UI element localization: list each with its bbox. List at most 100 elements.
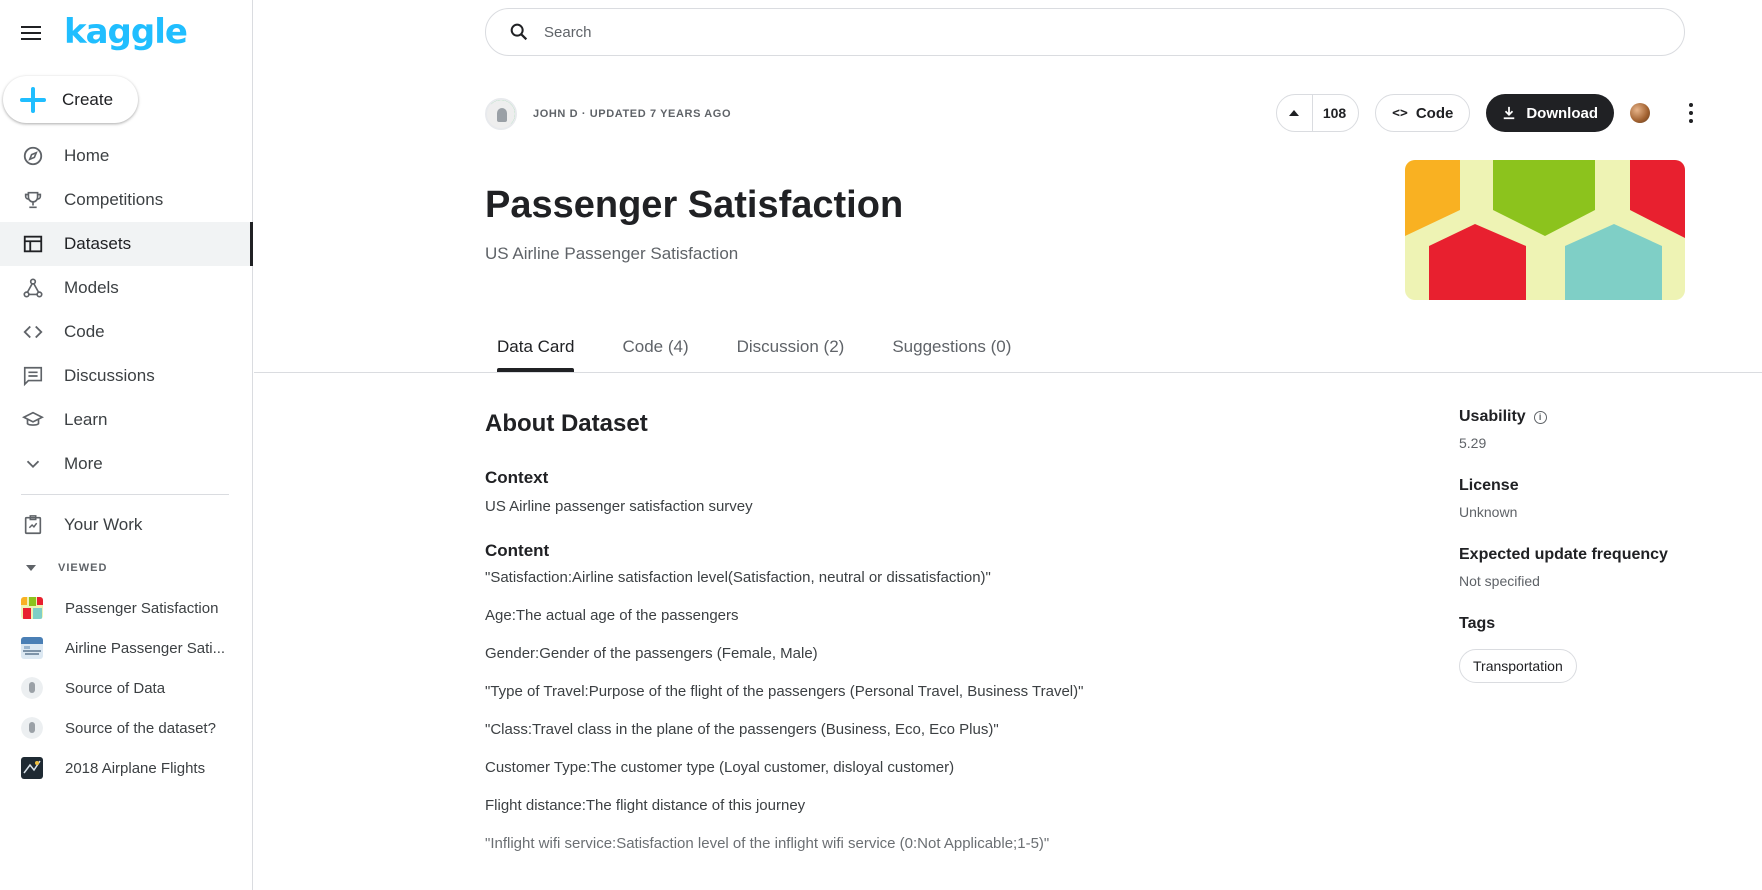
- chevron-down-icon: [21, 452, 45, 476]
- tab-data-card[interactable]: Data Card: [485, 334, 586, 372]
- about-heading: About Dataset: [485, 410, 648, 437]
- viewed-item[interactable]: Source of Data: [0, 668, 253, 708]
- frequency-value: Not specified: [1459, 573, 1540, 589]
- more-options-icon[interactable]: [1688, 103, 1694, 123]
- tab-code[interactable]: Code (4): [610, 334, 700, 372]
- download-button[interactable]: Download: [1486, 94, 1614, 132]
- trophy-icon: [21, 188, 45, 212]
- dataset-thumbnail-icon: [21, 597, 43, 619]
- create-button[interactable]: Create: [3, 76, 138, 123]
- viewed-item[interactable]: Airline Passenger Sati...: [0, 628, 253, 668]
- sidebar-item-label: More: [64, 454, 103, 473]
- vote-count: 108: [1322, 105, 1347, 121]
- sidebar-nav: Home Competitions Datasets Models Code D…: [0, 134, 253, 486]
- tag-chip[interactable]: Transportation: [1459, 649, 1577, 683]
- info-icon[interactable]: i: [1533, 410, 1547, 424]
- dataset-cover-image: [1405, 160, 1685, 300]
- viewed-header[interactable]: VIEWED: [0, 556, 253, 580]
- viewed-item[interactable]: Passenger Satisfaction: [0, 588, 253, 628]
- content-heading: Content: [485, 541, 550, 560]
- avatar-icon: [21, 717, 43, 739]
- frequency-label: Expected update frequency: [1459, 546, 1668, 563]
- viewed-title: VIEWED: [58, 562, 108, 574]
- code-icon: <>: [1392, 105, 1408, 121]
- license-block: License Unknown: [1459, 477, 1699, 520]
- license-value: Unknown: [1459, 504, 1518, 520]
- search-input[interactable]: [544, 23, 1644, 41]
- sidebar-item-label: Home: [64, 146, 110, 165]
- kaggle-logo[interactable]: kaggle: [64, 12, 188, 52]
- sidebar-item-label: Your Work: [64, 515, 143, 534]
- viewed-item-label: Source of Data: [65, 679, 166, 697]
- upvote-button[interactable]: 108: [1275, 94, 1360, 132]
- sidebar-item-label: Learn: [64, 410, 108, 429]
- sidebar-item-datasets[interactable]: Datasets: [0, 222, 253, 266]
- dataset-thumbnail-icon: [21, 637, 43, 659]
- content-line: "Inflight wifi service:Satisfaction leve…: [485, 835, 1050, 852]
- viewed-item-label: 2018 Airplane Flights: [65, 759, 206, 777]
- models-icon: [21, 276, 45, 300]
- viewed-item-label: Source of the dataset?: [65, 719, 216, 737]
- sidebar-item-code[interactable]: Code: [0, 310, 253, 354]
- sidebar-header: kaggle: [0, 12, 253, 52]
- sidebar-item-label: Code: [64, 322, 105, 341]
- dataset-meta: JOHN D · UPDATED 7 YEARS AGO: [485, 96, 731, 132]
- page-subtitle: US Airline Passenger Satisfaction: [485, 244, 739, 263]
- search-bar[interactable]: [485, 8, 1685, 56]
- viewed-item[interactable]: 2018 Airplane Flights: [0, 748, 253, 788]
- viewed-list: Passenger Satisfaction Airline Passenger…: [0, 588, 253, 788]
- menu-icon[interactable]: [18, 22, 46, 44]
- usability-value: 5.29: [1459, 435, 1487, 451]
- medal-icon[interactable]: [1630, 103, 1650, 123]
- sidebar-item-label: Competitions: [64, 190, 164, 209]
- compass-icon: [21, 144, 45, 168]
- sidebar-item-learn[interactable]: Learn: [0, 398, 253, 442]
- sidebar-item-label: Models: [64, 278, 119, 297]
- sidebar-divider: [21, 494, 229, 495]
- license-label: License: [1459, 477, 1519, 494]
- download-icon: [1504, 106, 1515, 120]
- viewed-item-label: Airline Passenger Sati...: [65, 639, 226, 657]
- usability-label: Usability: [1459, 408, 1526, 425]
- sidebar-item-more[interactable]: More: [0, 442, 253, 486]
- code-button[interactable]: <> Code: [1375, 94, 1471, 132]
- app: kaggle Create Home Competitions Datasets…: [0, 0, 1762, 890]
- content-line: Flight distance:The flight distance of t…: [485, 797, 806, 814]
- sidebar: kaggle Create Home Competitions Datasets…: [0, 0, 253, 890]
- viewed-item[interactable]: Source of the dataset?: [0, 708, 253, 748]
- viewed-item-label: Passenger Satisfaction: [65, 599, 219, 617]
- code-button-label: Code: [1415, 104, 1454, 122]
- plus-icon: [20, 86, 46, 113]
- school-icon: [21, 408, 45, 432]
- table-icon: [21, 232, 45, 256]
- author-avatar[interactable]: [485, 98, 517, 130]
- sidebar-item-competitions[interactable]: Competitions: [0, 178, 253, 222]
- sidebar-item-discussions[interactable]: Discussions: [0, 354, 253, 398]
- content-line: "Type of Travel:Purpose of the flight of…: [485, 683, 1084, 700]
- content-line: Age:The actual age of the passengers: [485, 607, 739, 624]
- sidebar-item-label: Discussions: [64, 366, 155, 385]
- sidebar-your-work: Your Work: [0, 503, 253, 547]
- context-text: US Airline passenger satisfaction survey: [485, 498, 753, 515]
- tags-label: Tags: [1459, 615, 1496, 632]
- sidebar-item-home[interactable]: Home: [0, 134, 253, 178]
- discussion-icon: [21, 364, 45, 388]
- content-line: Gender:Gender of the passengers (Female,…: [485, 645, 818, 662]
- author-updated-text[interactable]: JOHN D · UPDATED 7 YEARS AGO: [533, 108, 731, 120]
- sidebar-item-label: Datasets: [64, 234, 132, 253]
- tab-discussion[interactable]: Discussion (2): [725, 334, 857, 372]
- frequency-block: Expected update frequency Not specified: [1459, 546, 1699, 589]
- avatar-icon: [21, 677, 43, 699]
- content-list: "Satisfaction:Airline satisfaction level…: [485, 569, 1385, 863]
- tab-suggestions[interactable]: Suggestions (0): [880, 334, 1023, 372]
- code-icon: [21, 320, 45, 344]
- content-line: "Class:Travel class in the plane of the …: [485, 721, 999, 738]
- sidebar-item-models[interactable]: Models: [0, 266, 253, 310]
- upvote-icon: [1277, 95, 1313, 131]
- sidebar-item-your-work[interactable]: Your Work: [0, 503, 253, 547]
- caret-down-icon: [26, 565, 36, 571]
- work-icon: [21, 513, 45, 537]
- context-heading: Context: [485, 468, 549, 487]
- content-line: "Satisfaction:Airline satisfaction level…: [485, 569, 991, 586]
- tags-block: Tags Transportation: [1459, 615, 1699, 683]
